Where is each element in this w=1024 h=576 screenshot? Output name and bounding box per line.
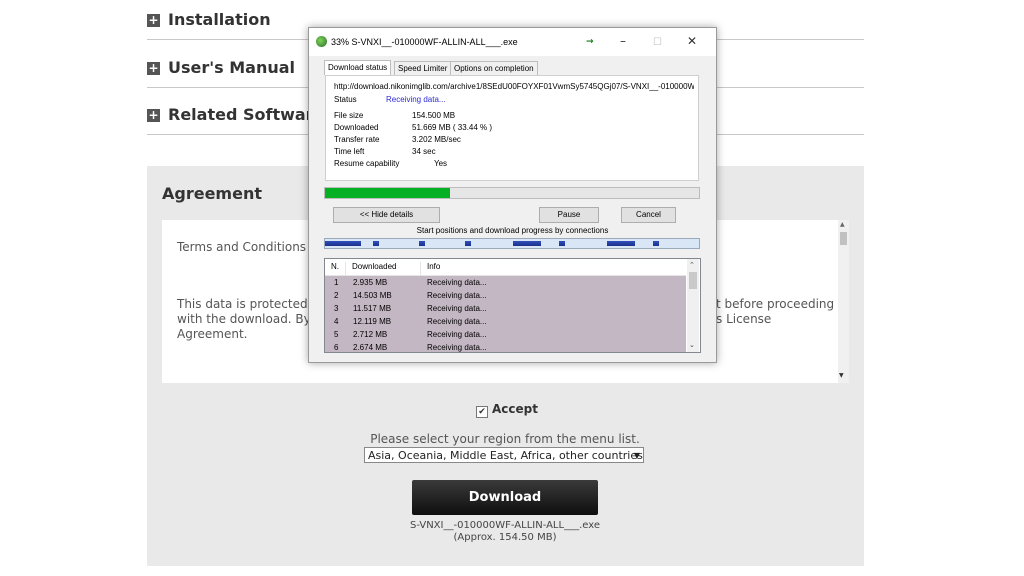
chevron-up-icon[interactable]: ⌃ [689,261,695,269]
row-n: 4 [334,317,339,326]
connections-label: Start positions and download progress by… [416,226,609,235]
scroll-up-icon[interactable]: ▲ [840,221,845,228]
tab-download-status[interactable]: Download status [324,60,392,75]
expand-icon[interactable]: + [147,14,160,27]
connection-segment [653,241,659,246]
row-downloaded: 2.712 MB [353,330,388,339]
idm-app-icon [316,36,327,47]
col-info[interactable]: Info [427,262,440,272]
tab-options-on-completion[interactable]: Options on completion [450,61,538,75]
status-info-panel: http://download.nikonimglib.com/archive1… [325,75,699,181]
download-size: (Approx. 154.50 MB) [453,532,557,543]
row-downloaded: 11.517 MB [353,304,392,313]
list-scrollbar[interactable]: ⌃ ⌄ [687,259,699,352]
list-row[interactable]: 2 14.503 MB Receiving data... [325,289,686,302]
status-value: Receiving data... [386,95,446,104]
connection-segment [513,241,541,246]
download-button[interactable]: Download [412,480,598,515]
maximize-icon: ☐ [653,37,662,48]
list-header: N. Downloaded Info [325,259,686,278]
status-label: Status [334,95,357,104]
row-info: Receiving data... [427,330,487,339]
transfer-rate-value: 3.202 MB/sec [412,135,461,144]
arrow-icon: → [586,37,594,47]
row-downloaded: 14.503 MB [353,291,392,300]
section-label: Installation [168,10,271,29]
scroll-thumb[interactable] [840,232,847,245]
connection-segment [325,241,361,246]
checkmark-icon[interactable]: ✔ [476,406,488,418]
list-row[interactable]: 1 2.935 MB Receiving data... [325,276,686,289]
region-prompt: Please select your region from the menu … [370,432,640,446]
dropdown-arrow-icon: ▼ [633,451,640,460]
close-icon[interactable]: ✕ [687,34,697,48]
region-select[interactable]: Asia, Oceania, Middle East, Africa, othe… [364,447,644,463]
row-downloaded: 12.119 MB [353,317,392,326]
time-left-value: 34 sec [412,147,436,156]
download-filename: S-VNXI__-010000WF-ALLIN-ALL___.exe [409,520,600,531]
list-row[interactable]: 4 12.119 MB Receiving data... [325,315,686,328]
row-info: Receiving data... [427,291,487,300]
row-downloaded: 2.935 MB [353,278,388,287]
region-selected: Asia, Oceania, Middle East, Africa, othe… [368,449,643,462]
accept-label: Accept [492,402,538,416]
dialog-titlebar[interactable]: 33% S-VNXI__-010000WF-ALLIN-ALL___.exe →… [309,28,716,56]
cancel-button[interactable]: Cancel [621,207,676,223]
row-n: 5 [334,330,339,339]
connection-segment [373,241,379,246]
row-info: Receiving data... [427,304,487,313]
connection-segment [419,241,425,246]
list-row[interactable]: 3 11.517 MB Receiving data... [325,302,686,315]
progress-fill [325,188,451,198]
downloaded-value: 51.669 MB ( 33.44 % ) [412,123,493,132]
connection-segment [559,241,565,246]
downloaded-label: Downloaded [334,123,379,132]
connections-list[interactable]: N. Downloaded Info 1 2.935 MB Receiving … [324,258,701,353]
terms-scrollbar[interactable]: ▲ [838,220,849,383]
download-dialog: 33% S-VNXI__-010000WF-ALLIN-ALL___.exe →… [308,27,717,363]
filesize-label: File size [334,111,364,120]
pause-button[interactable]: Pause [539,207,599,223]
filesize-value: 154.500 MB [412,111,456,120]
scroll-thumb[interactable] [689,272,697,289]
terms-heading: Terms and Conditions [177,240,307,254]
download-url: http://download.nikonimglib.com/archive1… [334,82,694,91]
chevron-down-icon[interactable]: ⌄ [689,341,695,349]
row-n: 6 [334,343,339,352]
section-label: Related Software [168,105,325,124]
col-n[interactable]: N. [331,262,339,272]
row-n: 3 [334,304,339,313]
row-info: Receiving data... [427,278,487,287]
connections-progress-bar [324,238,700,249]
scroll-down-icon[interactable]: ▼ [839,372,844,379]
resume-value: Yes [434,159,448,168]
time-left-label: Time left [334,147,365,156]
resume-label: Resume capability [334,159,400,168]
agreement-title: Agreement [162,184,262,203]
row-n: 2 [334,291,339,300]
row-info: Receiving data... [427,343,487,352]
row-downloaded: 2.674 MB [353,343,388,352]
row-info: Receiving data... [427,317,487,326]
connection-segment [465,241,471,246]
section-label: User's Manual [168,58,296,77]
minimize-icon[interactable]: – [620,34,626,48]
dialog-title: 33% S-VNXI__-010000WF-ALLIN-ALL___.exe [331,37,518,47]
terms-body-right: t before proceeding s License [716,297,835,326]
expand-icon[interactable]: + [147,62,160,75]
download-progress-bar [324,187,700,199]
tab-speed-limiter[interactable]: Speed Limiter [394,61,452,75]
list-row[interactable]: 6 2.674 MB Receiving data... [325,341,686,352]
transfer-rate-label: Transfer rate [334,135,380,144]
hide-details-button[interactable]: << Hide details [333,207,440,223]
row-n: 1 [334,278,339,287]
expand-icon[interactable]: + [147,109,160,122]
list-row[interactable]: 5 2.712 MB Receiving data... [325,328,686,341]
col-downloaded[interactable]: Downloaded [352,262,396,272]
connection-segment [607,241,635,246]
accept-checkbox[interactable]: ✔ Accept [476,401,538,418]
